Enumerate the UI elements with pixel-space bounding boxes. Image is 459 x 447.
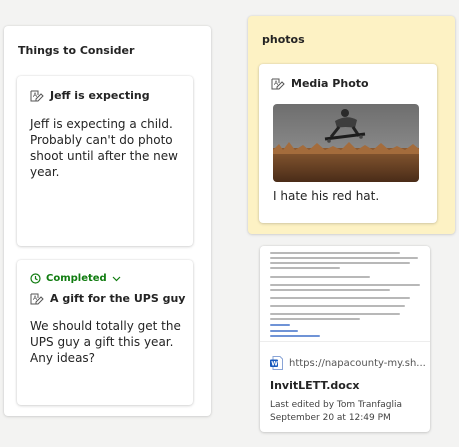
card-title: Jeff is expecting xyxy=(50,89,150,102)
svg-text:W: W xyxy=(271,361,278,368)
document-preview[interactable] xyxy=(260,246,430,342)
column-things-to-consider: Things to Consider A Jeff is expecting J… xyxy=(4,26,211,416)
column-title: Things to Consider xyxy=(18,44,135,57)
note-icon: A xyxy=(271,78,285,89)
note-icon: A xyxy=(30,293,44,304)
chevron-down-icon[interactable] xyxy=(112,276,121,282)
card-title: A gift for the UPS guy xyxy=(50,292,186,305)
card-media-photo[interactable]: A Media Photo I hate his red hat. xyxy=(259,64,437,223)
status-label: Completed xyxy=(46,273,107,284)
document-card[interactable]: W https://napacounty-my.sh... InvitLETT.… xyxy=(260,246,430,432)
document-meta: Last edited by Tom Tranfaglia September … xyxy=(270,400,403,423)
card-body: We should totally get the UPS guy a gift… xyxy=(30,319,181,365)
document-filename[interactable]: InvitLETT.docx xyxy=(270,379,359,392)
note-icon: A xyxy=(30,90,44,101)
card-body: Jeff is expecting a child. Probably can'… xyxy=(30,117,178,179)
skateboarder-photo[interactable] xyxy=(273,104,419,182)
photo-caption: I hate his red hat. xyxy=(273,189,380,203)
document-url-row[interactable]: W https://napacounty-my.sh... xyxy=(270,356,426,370)
card-ups-gift[interactable]: Completed A A gift for the UPS guy We sh… xyxy=(17,260,193,405)
column-photos: photos A Media Photo I hate his red hat. xyxy=(248,16,455,234)
card-jeff-expecting[interactable]: A Jeff is expecting Jeff is expecting a … xyxy=(17,76,193,246)
clock-icon xyxy=(30,273,41,284)
photo-image xyxy=(273,104,419,182)
document-url[interactable]: https://napacounty-my.sh... xyxy=(289,358,426,369)
column-title: photos xyxy=(262,33,305,46)
card-title: Media Photo xyxy=(291,77,369,90)
word-doc-icon: W xyxy=(270,356,283,370)
status-completed[interactable]: Completed xyxy=(30,273,121,284)
